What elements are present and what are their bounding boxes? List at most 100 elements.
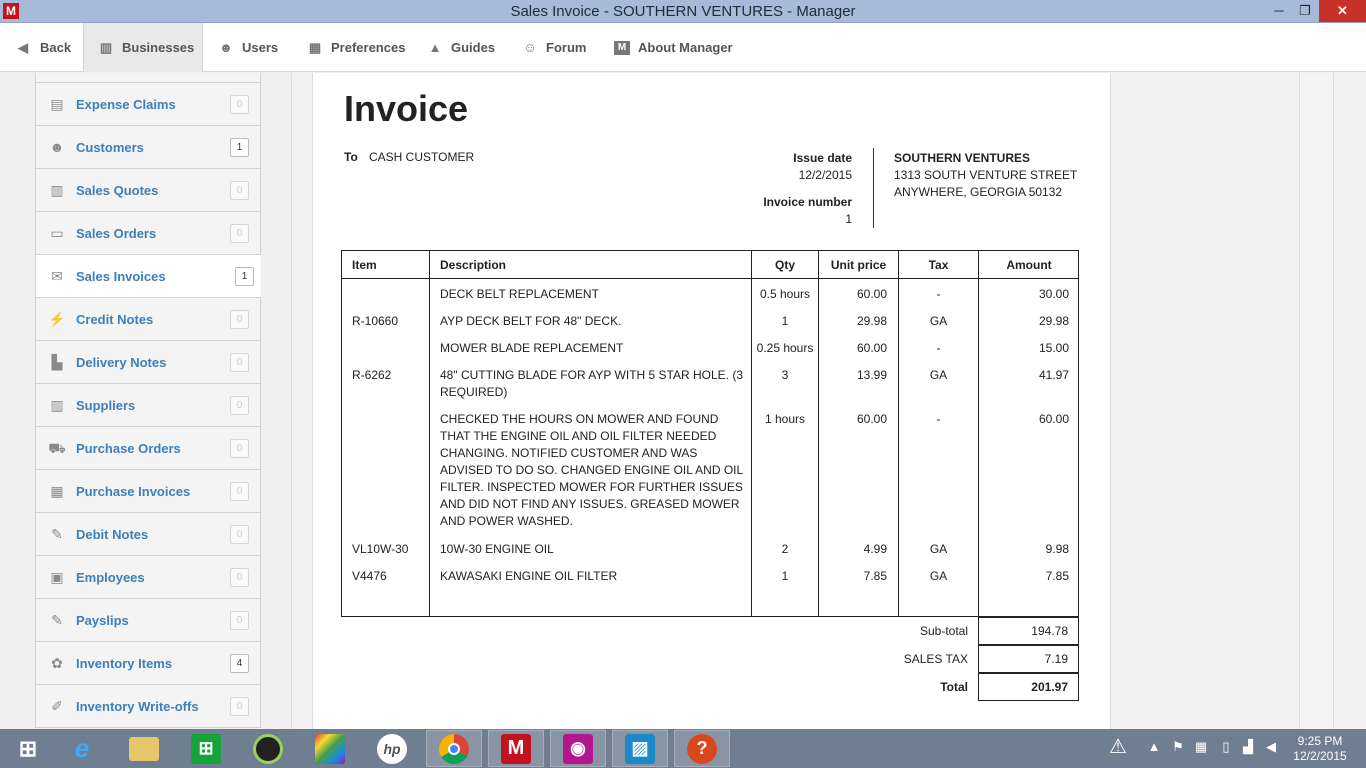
battery-icon[interactable]: ▯	[1218, 739, 1234, 757]
line-amount: 9.98	[1045, 542, 1069, 556]
customers-icon: ☻	[49, 139, 65, 155]
action-center-icon[interactable]: ⚠	[1103, 734, 1133, 764]
sidebar-item-debit-notes[interactable]: ✎ Debit Notes 0	[35, 513, 261, 556]
line-item-code: V4476	[352, 569, 387, 583]
tab-forum[interactable]: ☺ Forum	[522, 23, 586, 72]
column-divider	[429, 251, 430, 616]
taskbar-photos[interactable]: ▨	[612, 730, 668, 767]
count-badge: 4	[230, 653, 249, 673]
sidebar-previous-item	[35, 73, 261, 83]
expense-icon: ▤	[50, 96, 64, 112]
line-description: MOWER BLADE REPLACEMENT	[440, 341, 624, 355]
tab-users[interactable]: ☻ Users	[218, 23, 278, 72]
help-icon: ?	[687, 733, 717, 764]
taskbar-camera[interactable]: ◉	[550, 730, 606, 767]
windows-taskbar: ⊞ e ⊞ hp M ◉ ▨ ? ⚠ ▲ ⚑ ▦ ▯ ▟ ◀ 9:25 PM 1…	[0, 729, 1366, 768]
back-button[interactable]: ◀ Back	[18, 23, 71, 72]
tab-about[interactable]: M About Manager	[614, 23, 733, 72]
sidebar-item-purchase-orders[interactable]: ⛟ Purchase Orders 0	[35, 427, 261, 470]
restore-button[interactable]: ❐	[1292, 0, 1318, 22]
line-tax: -	[936, 341, 941, 355]
taskbar-paint[interactable]	[302, 730, 358, 767]
invoice-lines-table: Item Description Qty Unit price Tax Amou…	[341, 250, 1079, 617]
sidebar-item-purchase-invoices[interactable]: ▦ Purchase Invoices 0	[35, 470, 261, 513]
line-qty: 1 hours	[764, 412, 806, 426]
header-divider	[873, 148, 874, 228]
count-badge: 0	[230, 610, 249, 630]
taskbar-manager[interactable]: M	[488, 730, 544, 767]
taskbar-help[interactable]: ?	[674, 730, 730, 767]
line-description: CHECKED THE HOURS ON MOWER AND FOUND THA…	[440, 412, 743, 528]
taskbar-internet-explorer[interactable]: e	[54, 730, 110, 767]
line-qty: 1	[781, 314, 789, 328]
calendar-icon: ▦	[50, 483, 64, 499]
sidebar-item-sales-orders[interactable]: ▭ Sales Orders 0	[35, 212, 261, 255]
webcam-icon	[253, 733, 283, 764]
taskbar-store[interactable]: ⊞	[178, 730, 234, 767]
flag-icon[interactable]: ⚑	[1170, 739, 1186, 757]
business-name: SOUTHERN VENTURES	[894, 151, 1031, 165]
tab-preferences[interactable]: ▦ Preferences	[307, 23, 406, 72]
sidebar-item-customers[interactable]: ☻ Customers 1	[35, 126, 261, 169]
tab-guides[interactable]: ▲ Guides	[427, 23, 496, 72]
taskbar-file-explorer[interactable]	[116, 730, 172, 767]
total-label: Total	[940, 680, 968, 694]
chat-bubble-icon: ☺	[523, 39, 537, 55]
display-icon[interactable]: ▦	[1193, 739, 1209, 757]
tab-businesses[interactable]: ▥ Businesses	[83, 23, 203, 72]
close-button[interactable]: ✕	[1319, 0, 1366, 22]
issue-date-label: Issue date	[793, 151, 852, 165]
sidebar-item-inventory-write-offs[interactable]: ✐ Inventory Write-offs 0	[35, 685, 261, 728]
line-unit-price: 60.00	[856, 412, 887, 426]
col-header-qty: Qty	[774, 258, 795, 272]
taskbar-chrome[interactable]	[426, 730, 482, 767]
sidebar: ▤ Expense Claims 0 ☻ Customers 1 ▥ Sales Quotes…	[35, 73, 261, 729]
sidebar-item-employees[interactable]: ▣ Employees 0	[35, 556, 261, 599]
signal-icon[interactable]: ▟	[1240, 739, 1256, 757]
line-description: KAWASAKI ENGINE OIL FILTER	[440, 569, 618, 583]
scrollbar-track[interactable]	[1299, 73, 1334, 729]
sidebar-item-delivery-notes[interactable]: ▙ Delivery Notes 0	[35, 341, 261, 384]
volume-icon[interactable]: ◀	[1263, 739, 1279, 757]
count-badge: 1	[235, 266, 254, 286]
sidebar-item-payslips[interactable]: ✎ Payslips 0	[35, 599, 261, 642]
invoice-number-label: Invoice number	[763, 195, 852, 209]
sidebar-item-label: Purchase Orders	[76, 440, 181, 456]
photos-icon: ▨	[625, 733, 655, 764]
users-label: Users	[242, 40, 279, 55]
line-tax: -	[936, 412, 941, 426]
total-value: 201.97	[978, 673, 1079, 701]
sidebar-item-expense-claims[interactable]: ▤ Expense Claims 0	[35, 83, 261, 126]
writeoff-icon: ✐	[51, 698, 63, 714]
sidebar-item-suppliers[interactable]: ▥ Suppliers 0	[35, 384, 261, 427]
back-label: Back	[40, 40, 72, 55]
main-toolbar: ◀ Back ▥ Businesses ☻ Users ▦ Preference…	[0, 23, 1366, 72]
show-hidden-icons-icon[interactable]: ▲	[1146, 739, 1162, 757]
sidebar-item-label: Sales Orders	[76, 225, 157, 241]
taskbar-hp[interactable]: hp	[364, 730, 420, 767]
count-badge: 0	[230, 567, 249, 587]
taskbar-clock[interactable]: 9:25 PM 12/2/2015	[1290, 734, 1350, 764]
start-button[interactable]: ⊞	[0, 730, 56, 767]
count-badge: 0	[230, 524, 249, 544]
sidebar-item-sales-quotes[interactable]: ▥ Sales Quotes 0	[35, 169, 261, 212]
col-header-amount: Amount	[1006, 258, 1052, 272]
count-badge: 1	[230, 137, 249, 157]
payslips-icon: ✎	[51, 612, 63, 628]
folder-icon	[129, 736, 159, 761]
line-tax: GA	[929, 314, 948, 328]
sidebar-item-label: Suppliers	[76, 397, 136, 413]
internet-explorer-icon: e	[74, 733, 90, 763]
line-tax: GA	[929, 542, 948, 556]
line-tax: GA	[929, 368, 948, 382]
line-tax: -	[936, 287, 941, 301]
employees-icon: ▣	[50, 569, 64, 585]
sidebar-item-inventory-items[interactable]: ✿ Inventory Items 4	[35, 642, 261, 685]
minimize-button[interactable]: ─	[1266, 0, 1292, 22]
manager-logo-icon: M	[614, 40, 630, 55]
line-description: AYP DECK BELT FOR 48" DECK.	[440, 314, 622, 328]
clock-time: 9:25 PM	[1297, 734, 1343, 748]
sidebar-item-sales-invoices[interactable]: ✉ Sales Invoices 1	[35, 255, 261, 298]
taskbar-webcam[interactable]	[240, 730, 296, 767]
sidebar-item-credit-notes[interactable]: ⚡ Credit Notes 0	[35, 298, 261, 341]
